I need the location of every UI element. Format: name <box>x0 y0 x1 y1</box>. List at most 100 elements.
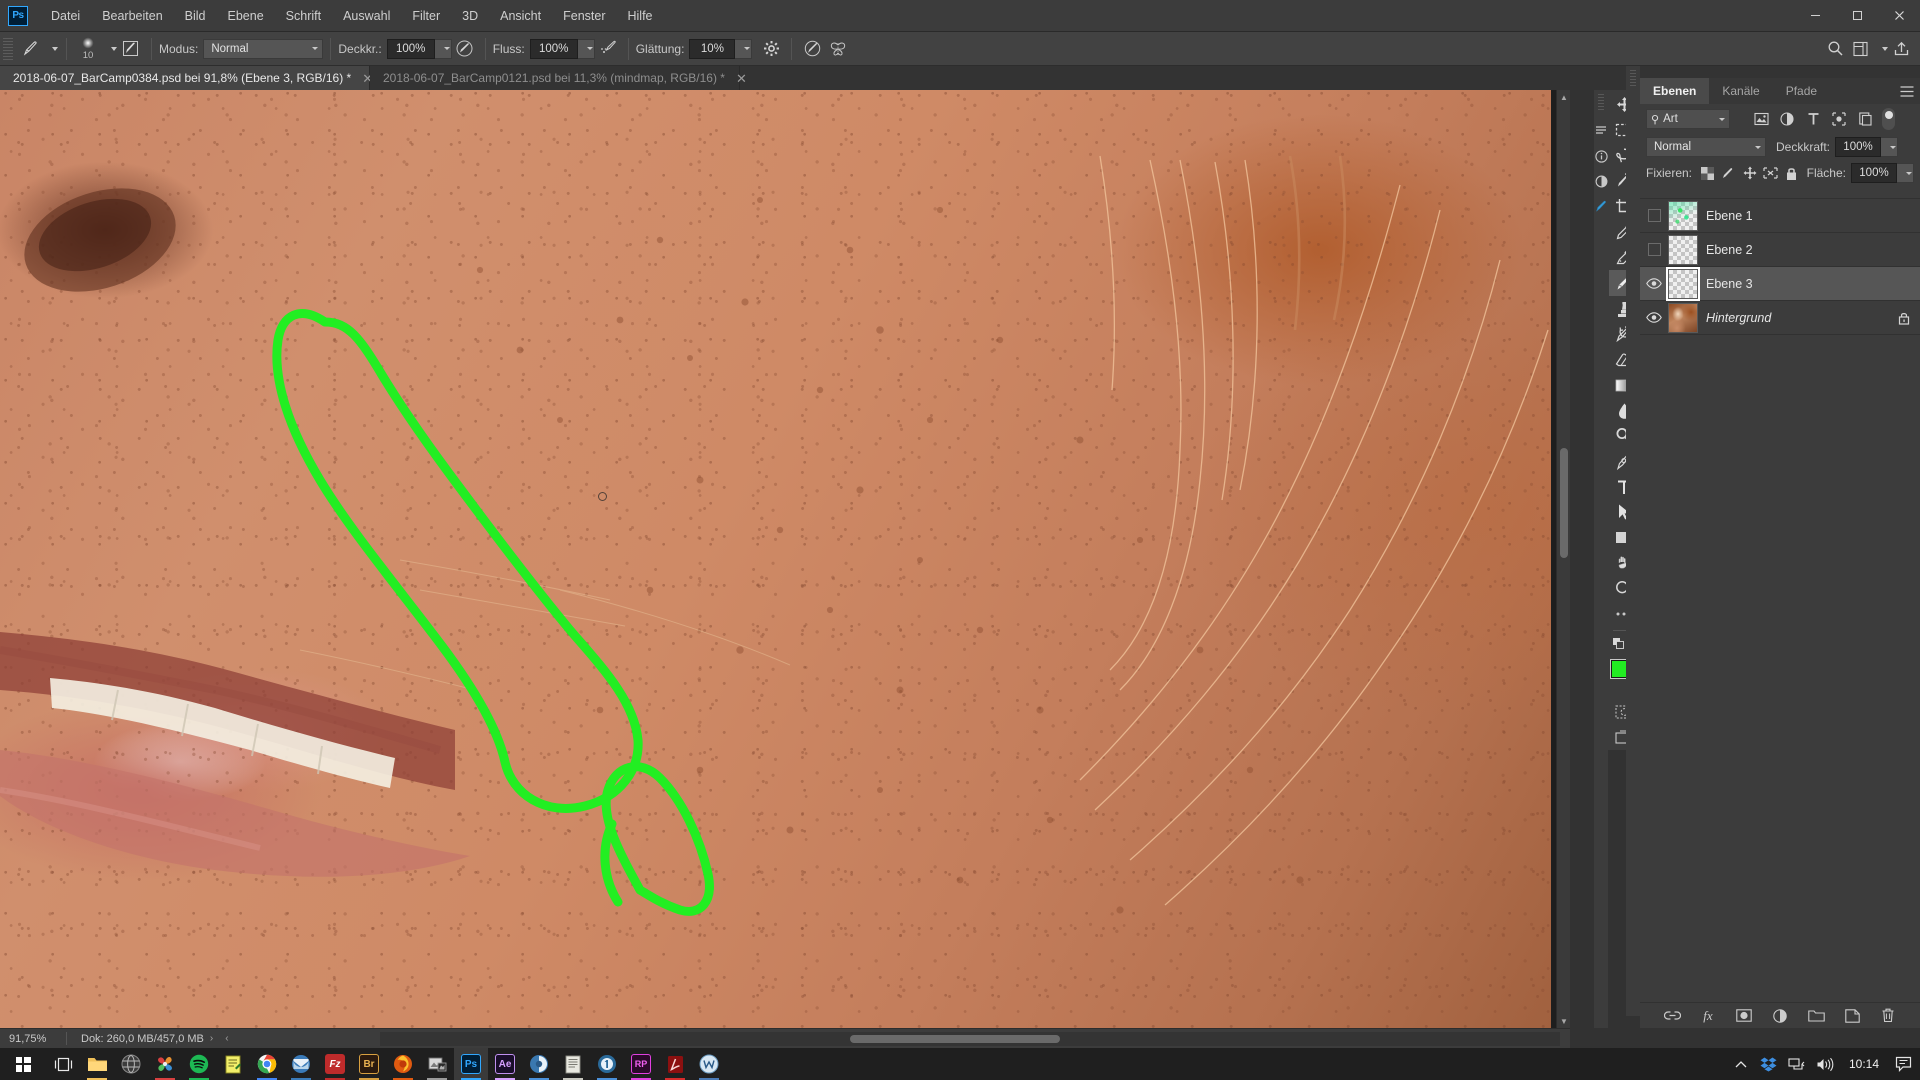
panel-strip-grip[interactable] <box>1598 94 1604 112</box>
close-icon[interactable]: ✕ <box>736 72 747 85</box>
symmetry-butterfly-icon[interactable] <box>825 36 851 62</box>
tab-kanaele[interactable]: Kanäle <box>1709 78 1773 104</box>
delete-layer-trash-icon[interactable] <box>1878 1006 1898 1026</box>
add-layer-mask-icon[interactable] <box>1734 1006 1754 1026</box>
table-row[interactable]: Ebene 2 <box>1640 233 1920 267</box>
table-row[interactable]: Ebene 1 <box>1640 199 1920 233</box>
zoom-level-input[interactable]: 91,75% <box>0 1033 66 1045</box>
panel-menu-icon[interactable] <box>1894 78 1920 104</box>
minimize-button[interactable] <box>1794 0 1836 32</box>
link-layers-icon[interactable] <box>1662 1006 1682 1026</box>
google-chrome-icon[interactable] <box>250 1048 284 1080</box>
layer-opacity-input[interactable]: 100% <box>1835 137 1882 157</box>
document-tab-active[interactable]: 2018-06-07_BarCamp0384.psd bei 91,8% (Eb… <box>0 66 373 90</box>
history-panel-icon[interactable] <box>1594 120 1608 142</box>
new-group-icon[interactable] <box>1806 1006 1826 1026</box>
scrollbar-thumb[interactable] <box>850 1035 1060 1043</box>
table-row[interactable]: Hintergrund <box>1640 301 1920 335</box>
adobe-acrobat-icon[interactable] <box>658 1048 692 1080</box>
lock-all-icon[interactable] <box>1781 163 1802 184</box>
filter-pixel-layers-icon[interactable] <box>1748 108 1774 130</box>
brush-tool-icon[interactable] <box>17 36 43 62</box>
flow-stepper[interactable] <box>577 38 595 59</box>
brushes-preset-icon[interactable] <box>1594 195 1608 217</box>
menu-datei[interactable]: Datei <box>40 0 91 32</box>
menu-auswahl[interactable]: Auswahl <box>332 0 401 32</box>
filter-kind-select[interactable]: ⚲ Art <box>1646 109 1730 129</box>
pressure-opacity-icon[interactable] <box>452 36 478 62</box>
filter-enable-toggle[interactable] <box>1882 108 1895 130</box>
rawtherapee-icon[interactable]: RP <box>624 1048 658 1080</box>
lock-position-icon[interactable] <box>1739 163 1760 184</box>
filter-shape-layers-icon[interactable] <box>1826 108 1852 130</box>
smoothing-input[interactable]: 10% <box>689 38 736 59</box>
scroll-up-arrow-icon[interactable]: ▲ <box>1557 90 1571 104</box>
filter-adjustment-layers-icon[interactable] <box>1774 108 1800 130</box>
tray-chevron-up-icon[interactable] <box>1728 1048 1754 1080</box>
status-prev-icon[interactable]: ‹ <box>219 1033 234 1044</box>
new-layer-icon[interactable] <box>1842 1006 1862 1026</box>
document-tab-2[interactable]: 2018-06-07_BarCamp0121.psd bei 11,3% (mi… <box>370 66 747 90</box>
menu-ansicht[interactable]: Ansicht <box>489 0 552 32</box>
lock-artboard-nesting-icon[interactable] <box>1760 163 1781 184</box>
thunderbird-icon[interactable] <box>284 1048 318 1080</box>
canvas-horizontal-scrollbar[interactable] <box>380 1032 1560 1046</box>
gear-icon[interactable] <box>758 36 784 62</box>
maximize-button[interactable] <box>1836 0 1878 32</box>
share-icon[interactable] <box>1888 36 1914 62</box>
layer-thumbnail[interactable] <box>1668 200 1698 231</box>
panel-dock-grip[interactable] <box>1626 66 1640 1016</box>
windows-start-icon[interactable] <box>0 1048 46 1080</box>
chevron-down-icon[interactable] <box>1874 36 1888 62</box>
action-center-icon[interactable] <box>1890 1048 1916 1080</box>
layer-thumbnail[interactable] <box>1666 266 1700 301</box>
webcam-app-icon[interactable] <box>114 1048 148 1080</box>
volume-icon[interactable] <box>1812 1048 1838 1080</box>
photo-mechanic-icon[interactable] <box>420 1048 454 1080</box>
layer-opacity-stepper[interactable] <box>1881 137 1899 157</box>
document-canvas[interactable] <box>0 90 1556 1028</box>
menu-bearbeiten[interactable]: Bearbeiten <box>91 0 173 32</box>
layer-visibility-toggle[interactable] <box>1640 267 1668 301</box>
spotify-icon[interactable] <box>182 1048 216 1080</box>
options-bar-grip[interactable] <box>3 37 13 60</box>
word-app-icon[interactable] <box>692 1048 726 1080</box>
text-editor-icon[interactable] <box>556 1048 590 1080</box>
notepad-app-icon[interactable] <box>216 1048 250 1080</box>
layer-name[interactable]: Ebene 1 <box>1706 209 1920 223</box>
adobe-bridge-icon[interactable]: Br <box>352 1048 386 1080</box>
menu-hilfe[interactable]: Hilfe <box>617 0 664 32</box>
smoothing-stepper[interactable] <box>735 38 753 59</box>
scrollbar-thumb[interactable] <box>1560 448 1568 558</box>
layer-style-fx-icon[interactable]: fx <box>1698 1006 1718 1026</box>
adobe-photoshop-icon[interactable]: Ps <box>454 1048 488 1080</box>
network-icon[interactable] <box>1784 1048 1810 1080</box>
flow-input[interactable]: 100% <box>529 38 578 59</box>
opacity-input[interactable]: 100% <box>386 38 435 59</box>
layer-thumbnail[interactable] <box>1668 302 1698 333</box>
scroll-down-arrow-icon[interactable]: ▼ <box>1557 1014 1571 1028</box>
menu-ebene[interactable]: Ebene <box>217 0 275 32</box>
menu-bild[interactable]: Bild <box>174 0 217 32</box>
brush-angle-icon[interactable] <box>799 36 825 62</box>
layer-visibility-toggle[interactable] <box>1640 233 1668 267</box>
lock-image-pixels-icon[interactable] <box>1718 163 1739 184</box>
search-icon[interactable] <box>1822 36 1848 62</box>
layer-visibility-toggle[interactable] <box>1640 301 1668 335</box>
airbrush-icon[interactable] <box>595 36 621 62</box>
tab-pfade[interactable]: Pfade <box>1772 78 1831 104</box>
layer-visibility-toggle[interactable] <box>1640 199 1668 233</box>
brush-preset-chevron-icon[interactable] <box>43 36 59 62</box>
opacity-stepper[interactable] <box>434 38 452 59</box>
file-explorer-icon[interactable] <box>80 1048 114 1080</box>
filter-type-layers-icon[interactable] <box>1800 108 1826 130</box>
menu-3d[interactable]: 3D <box>451 0 489 32</box>
new-fill-adjustment-layer-icon[interactable] <box>1770 1006 1790 1026</box>
brush-preview[interactable]: 10 <box>74 37 102 61</box>
menu-filter[interactable]: Filter <box>401 0 451 32</box>
menu-fenster[interactable]: Fenster <box>552 0 616 32</box>
layer-fill-stepper[interactable] <box>1897 163 1914 183</box>
adobe-lightroom-classic-icon[interactable] <box>522 1048 556 1080</box>
capture-one-icon[interactable] <box>590 1048 624 1080</box>
tab-ebenen[interactable]: Ebenen <box>1640 78 1710 104</box>
